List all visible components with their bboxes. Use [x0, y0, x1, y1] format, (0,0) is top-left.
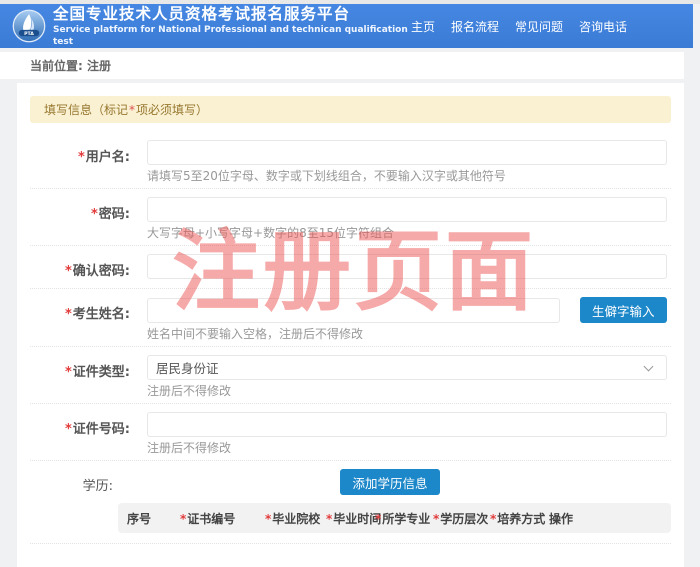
password-row: *密码: 大写字母+小写字母+数字的8至15位字符组合 [30, 189, 671, 246]
education-col-major: *所学专业 [375, 510, 433, 527]
notice-text-prefix: 填写信息（标记 [44, 101, 128, 118]
id-type-label-cell: *证件类型: [30, 355, 130, 398]
nav-consult-phone[interactable]: 咨询电话 [579, 18, 627, 35]
education-row: 学历: 添加学历信息 序号 *证书编号 *毕业院校 *毕业时间 *所学专业 *学… [30, 461, 671, 544]
site-title-block: 全国专业技术人员资格考试报名服务平台 Service platform for … [53, 5, 411, 48]
password-label: 密码: [99, 207, 130, 222]
required-asterisk: * [65, 365, 72, 380]
site-header: PTA 全国专业技术人员资格考试报名服务平台 Service platform … [0, 4, 693, 48]
notice-text-suffix: 项必须填写） [136, 101, 208, 118]
education-table-header: 序号 *证书编号 *毕业院校 *毕业时间 *所学专业 *学历层次 *培养方式 操… [118, 503, 671, 533]
username-hint: 请填写5至20位字母、数字或下划线组合，不要输入汉字或其他符号 [147, 169, 671, 183]
username-label: 用户名: [86, 150, 130, 165]
candidate-name-label: 考生姓名: [73, 307, 130, 322]
id-type-select[interactable]: 居民身份证 [147, 355, 667, 380]
confirm-password-input[interactable] [147, 254, 667, 279]
password-input[interactable] [147, 197, 667, 222]
candidate-name-input[interactable] [147, 298, 560, 323]
candidate-name-row: *考生姓名: 生僻字输入 姓名中间不要输入空格，注册后不得修改 [30, 289, 671, 347]
required-asterisk: * [91, 207, 98, 222]
add-education-button[interactable]: 添加学历信息 [340, 469, 439, 495]
education-label-cell: 学历: [30, 469, 113, 533]
id-number-label: 证件号码: [73, 422, 130, 437]
id-type-row: *证件类型: 居民身份证 注册后不得修改 [30, 347, 671, 404]
education-label: 学历: [83, 479, 113, 494]
education-col-graduation-date: *毕业时间 [326, 510, 375, 527]
password-label-cell: *密码: [30, 197, 130, 240]
nav-home[interactable]: 主页 [411, 18, 435, 35]
site-subtitle: Service platform for National Profession… [53, 24, 411, 48]
education-col-actions: 操作 [548, 510, 598, 527]
registration-form: *用户名: 请填写5至20位字母、数字或下划线组合，不要输入汉字或其他符号 *密… [17, 132, 684, 544]
password-hint: 大写字母+小写字母+数字的8至15位字符组合 [147, 226, 671, 240]
candidate-name-hint: 姓名中间不要输入空格，注册后不得修改 [147, 327, 671, 341]
confirm-password-row: *确认密码: [30, 246, 671, 289]
required-asterisk: * [65, 307, 72, 322]
required-asterisk: * [65, 264, 72, 279]
id-type-hint: 注册后不得修改 [147, 384, 671, 398]
id-number-hint: 注册后不得修改 [147, 441, 671, 455]
education-col-school: *毕业院校 [265, 510, 326, 527]
id-type-label: 证件类型: [73, 365, 130, 380]
chevron-down-icon [644, 362, 654, 372]
nav-faq[interactable]: 常见问题 [515, 18, 563, 35]
username-label-cell: *用户名: [30, 140, 130, 183]
education-col-certificate-number: *证书编号 [180, 510, 265, 527]
education-col-degree-level: *学历层次 [433, 510, 490, 527]
id-type-selected-value: 居民身份证 [156, 358, 219, 377]
confirm-password-label: 确认密码: [73, 264, 130, 279]
candidate-name-label-cell: *考生姓名: [30, 297, 130, 341]
site-title: 全国专业技术人员资格考试报名服务平台 [53, 5, 411, 24]
id-number-label-cell: *证件号码: [30, 412, 130, 455]
id-number-row: *证件号码: 注册后不得修改 [30, 404, 671, 461]
education-col-index: 序号 [118, 510, 180, 527]
education-col-training-mode: *培养方式 [490, 510, 548, 527]
registration-form-card: 填写信息（标记*项必须填写） *用户名: 请填写5至20位字母、数字或下划线组合… [17, 83, 684, 567]
id-number-input[interactable] [147, 412, 667, 437]
pta-logo-text: PTA [24, 31, 34, 37]
confirm-password-label-cell: *确认密码: [30, 254, 130, 279]
username-input[interactable] [147, 140, 667, 165]
username-row: *用户名: 请填写5至20位字母、数字或下划线组合，不要输入汉字或其他符号 [30, 132, 671, 189]
required-asterisk: * [65, 422, 72, 437]
required-asterisk: * [78, 150, 85, 165]
header-nav: 主页 报名流程 常见问题 咨询电话 [411, 18, 693, 35]
pta-logo-icon: PTA [12, 9, 46, 43]
rare-character-input-button[interactable]: 生僻字输入 [580, 297, 667, 323]
breadcrumb: 当前位置: 注册 [30, 57, 111, 74]
nav-registration-process[interactable]: 报名流程 [451, 18, 499, 35]
fill-info-notice: 填写信息（标记*项必须填写） [30, 96, 671, 123]
required-asterisk: * [128, 103, 136, 117]
breadcrumb-bar: 当前位置: 注册 [0, 52, 684, 79]
